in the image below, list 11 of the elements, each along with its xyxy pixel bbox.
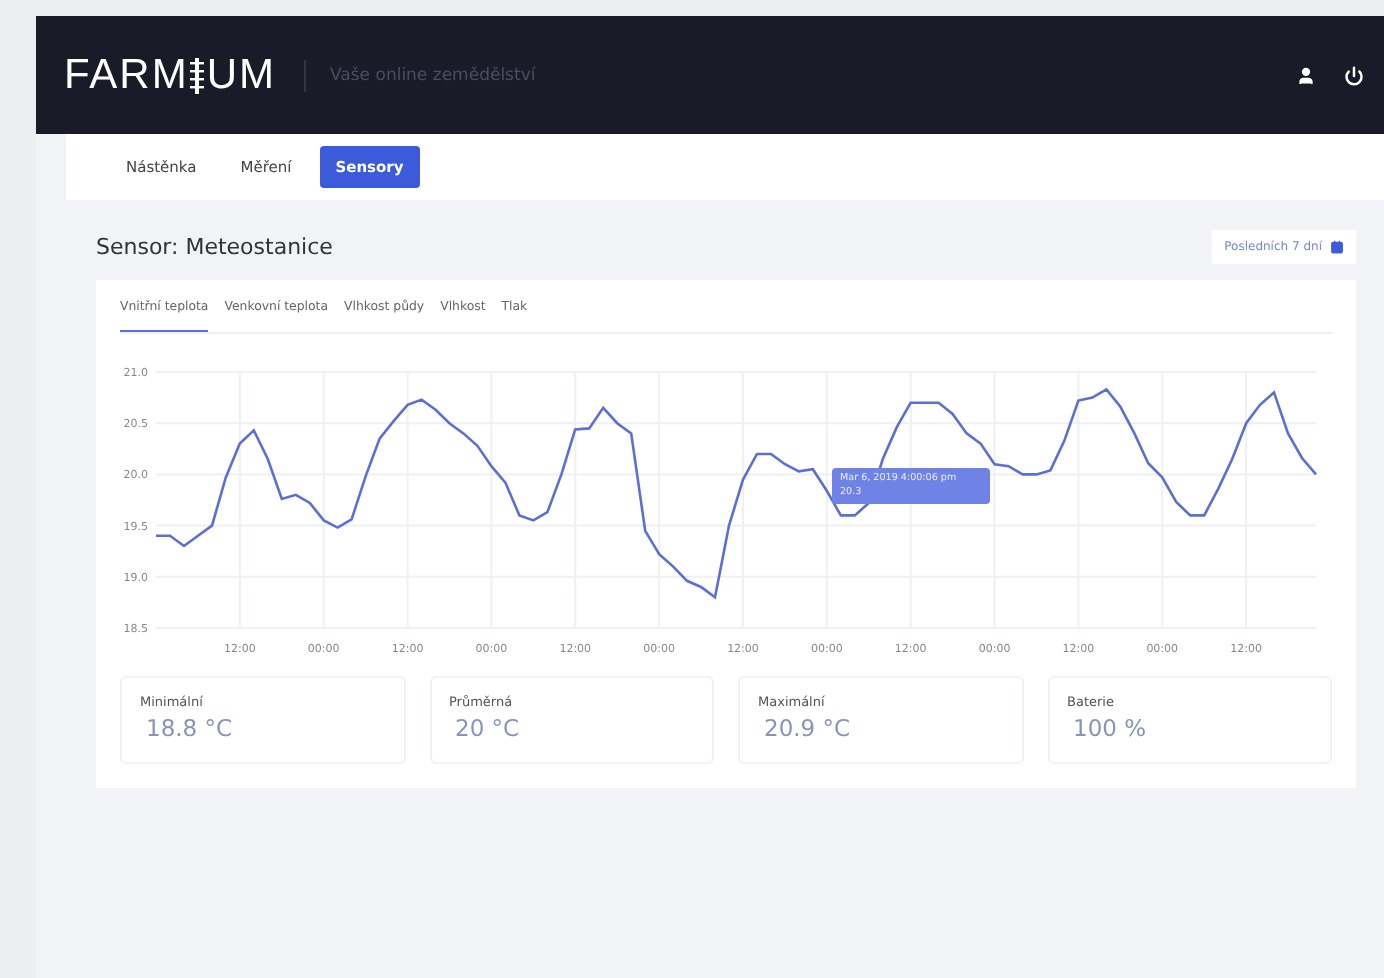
user-icon[interactable] <box>1296 65 1316 85</box>
stat-value: 100 % <box>1071 714 1149 742</box>
stat-value: 18.8 °C <box>144 714 235 742</box>
calendar-icon <box>1330 240 1344 254</box>
logo-icon <box>190 57 205 93</box>
logo-text: FARM <box>64 51 189 99</box>
stat-value: 20.9 °C <box>762 714 853 742</box>
logo-text: UM <box>206 51 277 99</box>
power-icon[interactable] <box>1344 65 1364 85</box>
stat-value: 20 °C <box>453 714 522 742</box>
page-title: Sensor: Meteostanice <box>96 234 333 260</box>
